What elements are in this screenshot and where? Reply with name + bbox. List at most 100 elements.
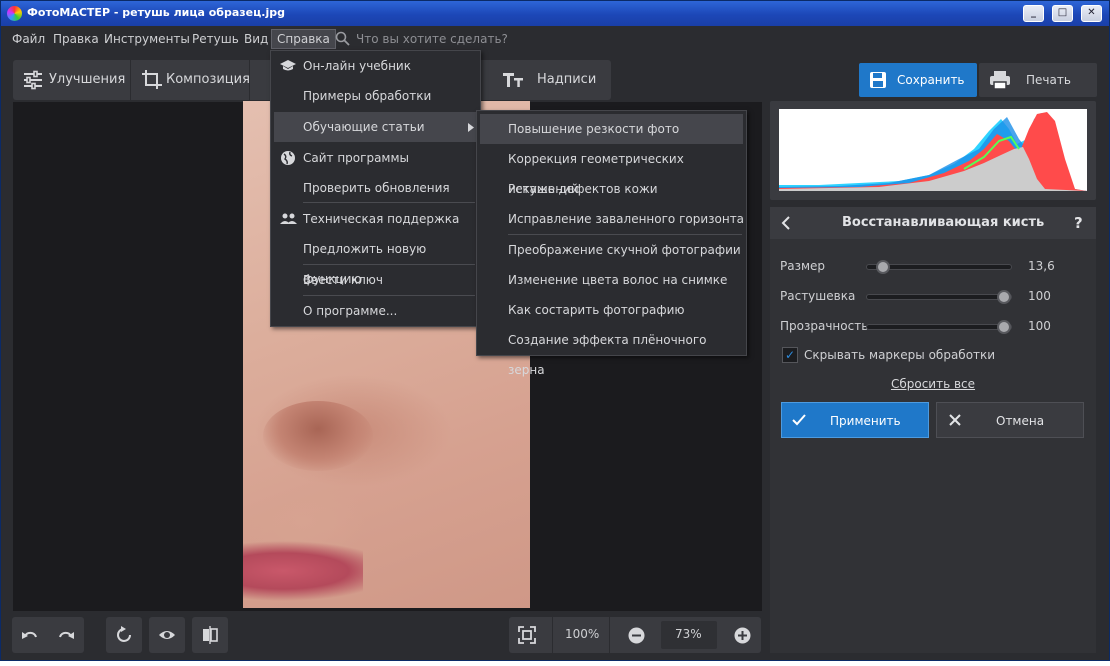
- search-icon[interactable]: [335, 31, 350, 46]
- check-icon: [792, 414, 806, 426]
- eye-icon: [159, 631, 175, 639]
- back-arrow-icon[interactable]: [780, 216, 792, 230]
- photo-shading: [263, 401, 373, 471]
- histogram-plot: [779, 109, 1087, 191]
- article-aging[interactable]: Как состарить фотографию: [477, 295, 746, 325]
- article-label: Как состарить фотографию: [508, 303, 685, 317]
- article-skin-retouch[interactable]: Ретушь дефектов кожи: [477, 174, 746, 204]
- crop-icon: [142, 70, 162, 89]
- tab-label: Композиция: [166, 72, 250, 87]
- menu-edit[interactable]: Правка: [48, 29, 104, 49]
- histogram-graph: [779, 112, 1087, 191]
- histogram: [770, 101, 1096, 200]
- article-horizon[interactable]: Исправление заваленного горизонта: [477, 204, 746, 234]
- menu-item-online-tutorial[interactable]: Он-лайн учебник: [271, 51, 480, 81]
- globe-icon: [281, 151, 295, 165]
- menu-retouch[interactable]: Ретушь: [187, 29, 244, 49]
- menu-item-website[interactable]: Сайт программы: [271, 143, 480, 173]
- article-film-grain[interactable]: Создание эффекта плёночного зерна: [477, 325, 746, 377]
- menu-tools[interactable]: Инструменты: [99, 29, 195, 49]
- cancel-button[interactable]: Отмена: [936, 402, 1084, 438]
- zoom-out-icon[interactable]: [628, 627, 645, 644]
- article-label: Исправление заваленного горизонта: [508, 212, 745, 226]
- window-title: ФотоМАСТЕР - ретушь лица образец.jpg: [27, 6, 285, 19]
- feather-value: 100: [1028, 289, 1051, 303]
- hide-markers-checkbox[interactable]: ✓: [782, 347, 798, 363]
- rotate-icon: [117, 626, 131, 642]
- opacity-slider-knob[interactable]: [997, 320, 1011, 334]
- tab-captions[interactable]: Надписи: [491, 60, 611, 100]
- close-button[interactable]: ✕: [1081, 5, 1102, 22]
- minimize-button[interactable]: _: [1023, 5, 1044, 22]
- menu-item-label: Обучающие статьи: [303, 120, 425, 134]
- undo-redo-group: [12, 617, 84, 653]
- size-value: 13,6: [1028, 259, 1055, 273]
- menu-item-tutorial-articles[interactable]: Обучающие статьи: [274, 112, 477, 142]
- apply-label: Применить: [830, 414, 901, 428]
- redo-icon[interactable]: [57, 627, 75, 643]
- menu-item-suggest-feature[interactable]: Предложить новую функцию: [271, 234, 480, 286]
- menu-item-about[interactable]: О программе...: [271, 296, 480, 326]
- undo-icon[interactable]: [21, 627, 39, 643]
- menu-item-processing-examples[interactable]: Примеры обработки: [271, 81, 480, 111]
- rotate-button[interactable]: [106, 617, 142, 653]
- maximize-button[interactable]: □: [1052, 5, 1073, 22]
- tab-label: Надписи: [537, 72, 597, 87]
- article-label: Преображение скучной фотографии: [508, 243, 741, 257]
- compare-button[interactable]: [192, 617, 228, 653]
- article-boring-photo[interactable]: Преображение скучной фотографии: [477, 235, 746, 265]
- zoom-100-label: 100%: [565, 627, 600, 641]
- text-icon: [503, 73, 523, 87]
- menu-item-label: Он-лайн учебник: [303, 59, 411, 73]
- opacity-slider[interactable]: [866, 320, 1012, 334]
- tab-enhancements[interactable]: Улучшения: [13, 60, 131, 100]
- menu-item-support[interactable]: Техническая поддержка: [271, 204, 480, 234]
- print-button[interactable]: Печать: [979, 63, 1097, 97]
- article-geometry[interactable]: Коррекция геометрических искажений: [477, 144, 746, 196]
- zoom-in-icon[interactable]: [734, 627, 751, 644]
- save-button[interactable]: Сохранить: [859, 63, 977, 97]
- tab-composition[interactable]: Композиция: [132, 60, 250, 100]
- feather-slider[interactable]: [866, 290, 1012, 304]
- size-slider-knob[interactable]: [876, 260, 891, 274]
- title-bar: ФотоМАСТЕР - ретушь лица образец.jpg _ □…: [1, 1, 1109, 26]
- articles-submenu: Повышение резкости фото Коррекция геомет…: [476, 110, 747, 377]
- feather-slider-knob[interactable]: [997, 290, 1011, 304]
- help-icon[interactable]: ?: [1074, 214, 1083, 232]
- menu-item-label: Ввести ключ: [303, 273, 383, 287]
- search-input[interactable]: Что вы хотите сделать?: [356, 31, 508, 47]
- menu-item-enter-key[interactable]: Ввести ключ: [271, 265, 480, 295]
- opacity-label: Прозрачность: [780, 319, 869, 333]
- photo-lips: [243, 541, 363, 601]
- healing-brush-panel: Восстанавливающая кисть ? Размер 13,6 Ра…: [770, 207, 1096, 653]
- apply-button[interactable]: Применить: [781, 402, 929, 438]
- menu-separator: [303, 202, 475, 203]
- save-label: Сохранить: [897, 73, 965, 87]
- menu-file[interactable]: Файл: [7, 29, 50, 49]
- panel-title: Восстанавливающая кисть: [842, 215, 1045, 230]
- sliders-icon: [24, 70, 42, 90]
- panel-header: Восстанавливающая кисть ?: [770, 207, 1096, 239]
- menu-help[interactable]: Справка: [271, 29, 336, 49]
- reset-all-link[interactable]: Сбросить все: [770, 377, 1096, 391]
- article-label: Создание эффекта плёночного зерна: [508, 333, 707, 377]
- printer-icon: [990, 71, 1010, 90]
- menu-item-label: О программе...: [303, 304, 398, 318]
- close-x-icon: [949, 414, 961, 426]
- preview-button[interactable]: [149, 617, 185, 653]
- graduation-cap-icon: [280, 60, 296, 71]
- feather-label: Растушевка: [780, 289, 856, 303]
- people-icon: [280, 213, 297, 224]
- floppy-icon: [870, 72, 886, 88]
- menu-item-label: Сайт программы: [303, 151, 409, 165]
- print-label: Печать: [1026, 73, 1071, 87]
- cancel-label: Отмена: [996, 414, 1045, 428]
- article-hair-color[interactable]: Изменение цвета волос на снимке: [477, 265, 746, 295]
- size-slider[interactable]: [866, 260, 1012, 274]
- menu-item-check-updates[interactable]: Проверить обновления: [271, 173, 480, 203]
- fit-screen-icon[interactable]: [518, 626, 536, 644]
- menu-item-label: Примеры обработки: [303, 89, 432, 103]
- article-sharpening[interactable]: Повышение резкости фото: [480, 114, 743, 144]
- menu-view[interactable]: Вид: [239, 29, 273, 49]
- size-label: Размер: [780, 259, 826, 273]
